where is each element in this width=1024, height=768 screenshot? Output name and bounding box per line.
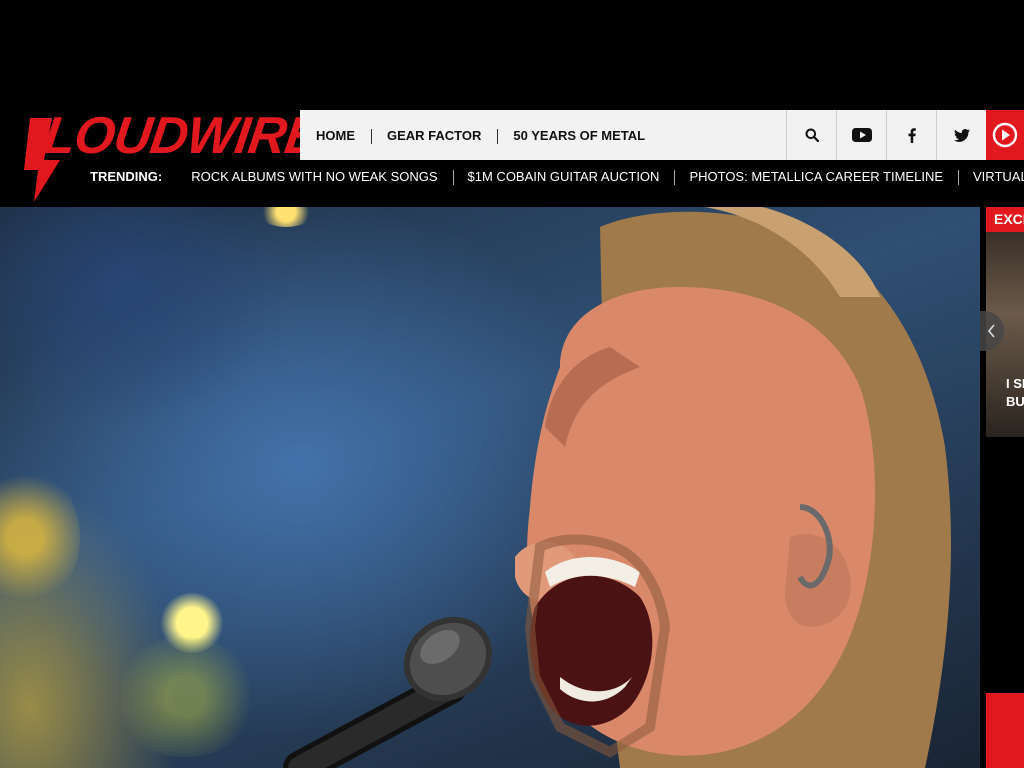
nav-link-gear-factor[interactable]: GEAR FACTOR <box>371 128 497 144</box>
trending-bar: TRENDING: ROCK ALBUMS WITH NO WEAK SONGS… <box>90 162 1024 190</box>
card-title-line: I SI <box>1006 376 1024 391</box>
red-promo-block[interactable] <box>986 693 1024 768</box>
nav-links: HOME GEAR FACTOR 50 YEARS OF METAL <box>300 110 786 160</box>
card-title-line: BUT <box>1006 394 1024 409</box>
twitter-button[interactable] <box>936 110 986 160</box>
exclusive-card-title[interactable]: I SI BUT <box>1006 375 1024 411</box>
search-button[interactable] <box>786 110 836 160</box>
search-icon <box>805 128 819 142</box>
facebook-button[interactable] <box>886 110 936 160</box>
twitter-icon <box>953 128 970 142</box>
exclusive-sidebar: EXCLUSIVE I SI BUT <box>980 207 1024 768</box>
youtube-button[interactable] <box>836 110 886 160</box>
exclusive-tag-label: EXCLUSIVE <box>994 211 1024 227</box>
youtube-icon <box>851 128 872 142</box>
facebook-icon <box>908 127 916 143</box>
ad-space <box>0 0 1024 110</box>
logo-wordmark: LOUDWIRE <box>39 107 324 165</box>
listen-live-button[interactable] <box>986 110 1024 160</box>
trending-item[interactable]: PHOTOS: METALLICA CAREER TIMELINE <box>674 169 958 185</box>
microphone <box>283 616 493 768</box>
trending-item[interactable]: VIRTUAL CONCERT CALENDAR <box>958 169 1024 185</box>
listen-play-icon <box>992 122 1018 148</box>
main-nav: HOME GEAR FACTOR 50 YEARS OF METAL <box>300 110 1024 160</box>
nav-icons <box>786 110 1024 160</box>
nav-link-50-years-of-metal[interactable]: 50 YEARS OF METAL <box>497 128 661 144</box>
trending-item[interactable]: ROCK ALBUMS WITH NO WEAK SONGS <box>176 169 452 184</box>
hero-image[interactable] <box>0 207 980 768</box>
chevron-left-icon <box>987 324 995 338</box>
trending-item[interactable]: $1M COBAIN GUITAR AUCTION <box>452 169 675 185</box>
trending-label: TRENDING: <box>90 168 163 184</box>
nav-link-home[interactable]: HOME <box>300 128 371 143</box>
